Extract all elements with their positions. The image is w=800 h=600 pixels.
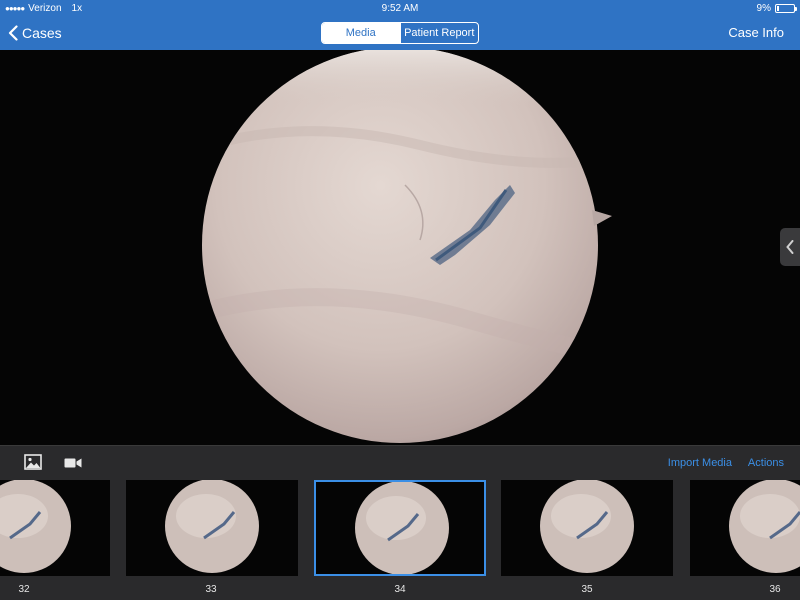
thumbnail-36[interactable] (690, 480, 800, 576)
nav-bar: Cases Media Patient Report Case Info (0, 17, 800, 50)
chevron-left-icon (8, 25, 18, 41)
thumbnail-highlight (740, 494, 800, 538)
thumbnail-label: 35 (581, 584, 593, 595)
import-media-button[interactable]: Import Media (668, 457, 732, 469)
battery-percent: 9% (756, 3, 771, 14)
segmented-control: Media Patient Report (321, 22, 479, 44)
thumbnail-label: 32 (18, 584, 30, 595)
thumbnail-image (165, 480, 259, 573)
back-button[interactable]: Cases (8, 22, 62, 44)
thumbnail-highlight (176, 494, 236, 538)
actions-button[interactable]: Actions (748, 457, 784, 469)
video-camera-icon[interactable] (64, 456, 82, 474)
chevron-left-icon (786, 240, 794, 254)
thumbnail-strip[interactable]: 32 33 34 35 36 (0, 478, 800, 600)
thumbnail-image (729, 480, 800, 573)
media-toolbar: Import Media Actions (0, 445, 800, 478)
thumbnail-image (0, 480, 71, 573)
thumbnail-image (355, 482, 449, 574)
thumbnail-label: 36 (769, 584, 781, 595)
tab-patient-report[interactable]: Patient Report (399, 23, 479, 43)
thumbnail-33[interactable] (126, 480, 298, 576)
status-bar: ●●●●● Verizon 1x 9:52 AM 9% (0, 0, 800, 17)
thumbnail-label: 34 (394, 584, 406, 595)
photo-icon[interactable] (24, 454, 42, 475)
thumbnail-image (540, 480, 634, 573)
side-panel-handle[interactable] (780, 228, 800, 266)
tab-media[interactable]: Media (322, 23, 400, 43)
arthroscopy-image (202, 50, 612, 443)
case-info-button[interactable]: Case Info (728, 25, 784, 40)
status-time: 9:52 AM (381, 3, 419, 14)
media-viewer[interactable] (0, 50, 800, 445)
thumbnail-label: 33 (205, 584, 217, 595)
battery-icon (775, 4, 797, 13)
back-label: Cases (22, 25, 62, 41)
thumbnail-35[interactable] (501, 480, 673, 576)
thumbnail-34[interactable] (314, 480, 486, 576)
battery-fill (777, 6, 779, 11)
app: ●●●●● Verizon 1x 9:52 AM 9% Cases Media … (0, 0, 800, 600)
thumbnail-32[interactable] (0, 480, 110, 576)
status-right: 9% (756, 3, 797, 14)
